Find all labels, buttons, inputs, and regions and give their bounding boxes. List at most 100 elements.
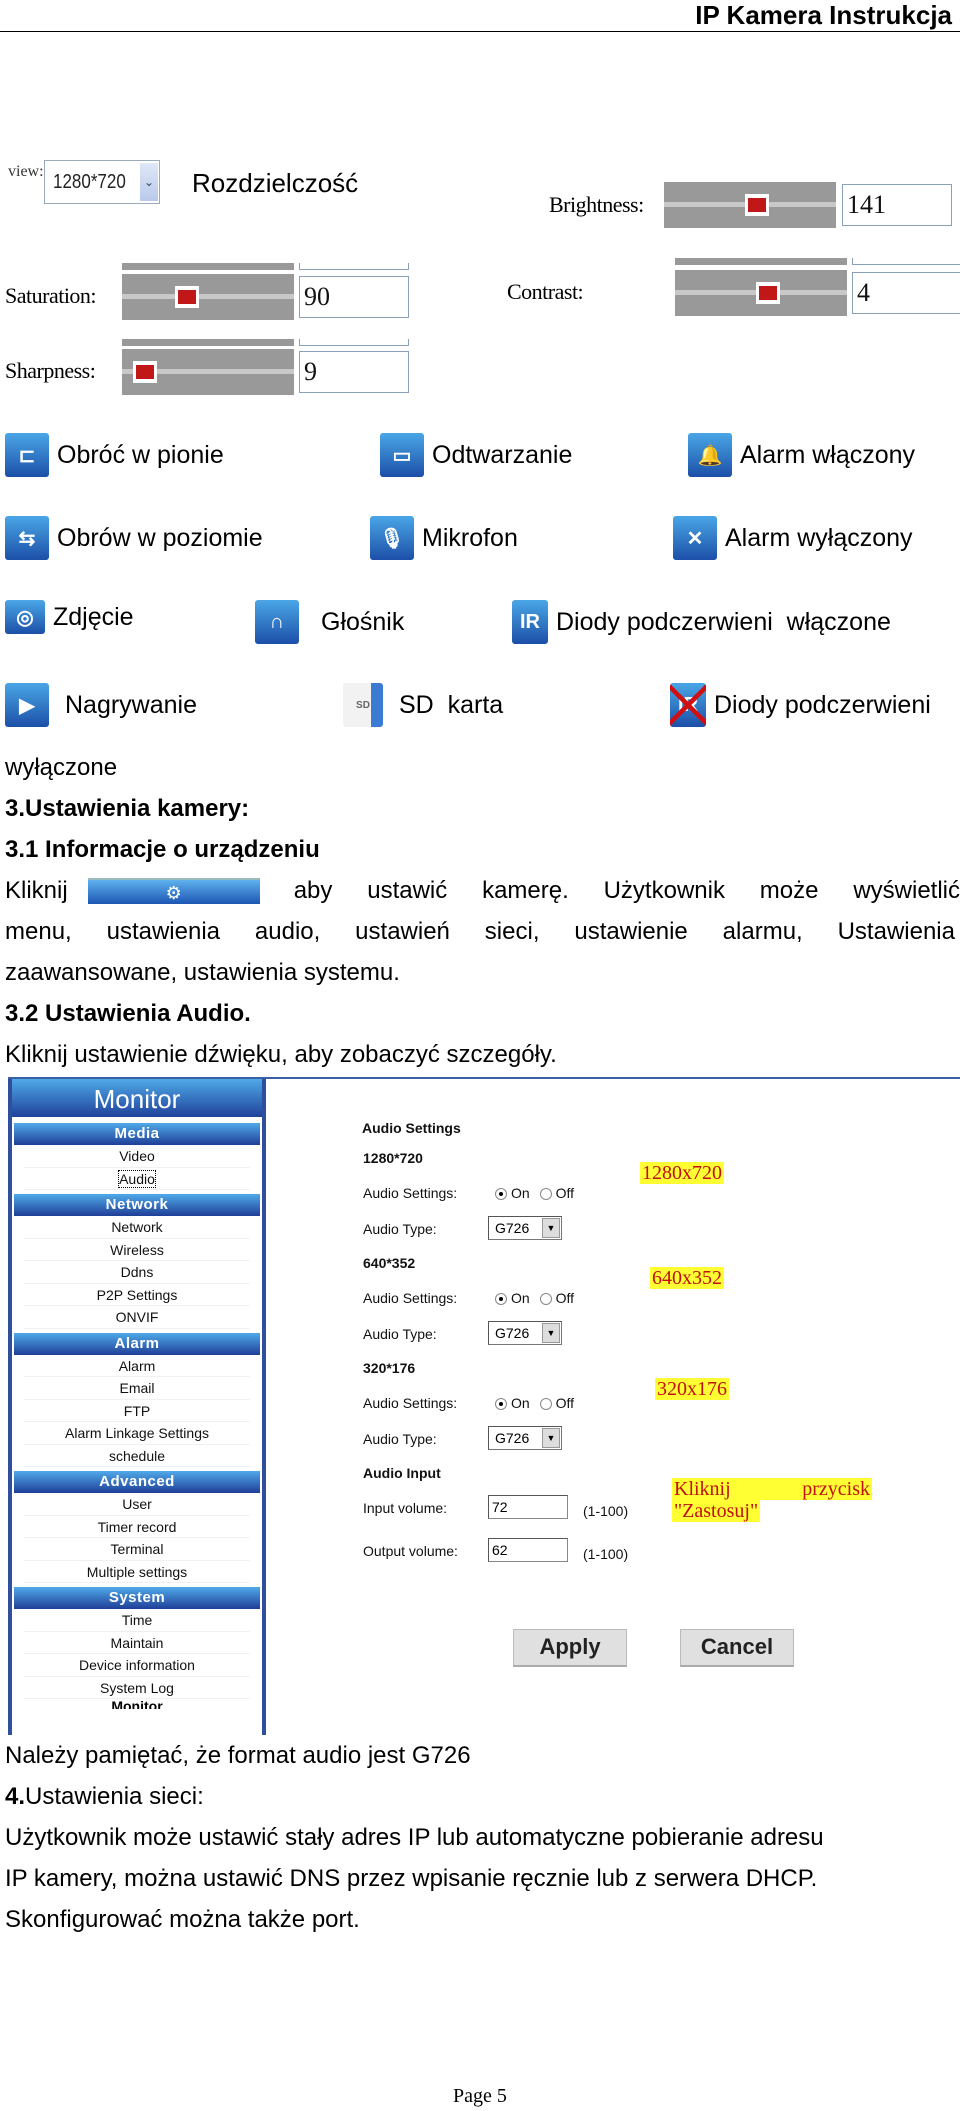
- sidebar-item-audio[interactable]: Audio: [24, 1168, 250, 1190]
- input-volume-field[interactable]: 72: [488, 1495, 568, 1519]
- legend-label: Nagrywanie: [65, 690, 198, 719]
- sidebar-item-email[interactable]: Email: [24, 1377, 250, 1400]
- legend-label: SD karta: [399, 690, 504, 719]
- sidebar-item-system-log[interactable]: System Log: [24, 1677, 250, 1699]
- contrast-slider[interactable]: [675, 270, 847, 316]
- radio-on[interactable]: [495, 1188, 507, 1201]
- sidebar-item-alarm-linkage-settings[interactable]: Alarm Linkage Settings: [24, 1422, 250, 1445]
- resolution-select[interactable]: 1280*720 ⌄: [44, 160, 160, 204]
- paragraph-line: zaawansowane, ustawienia systemu.: [5, 959, 400, 986]
- slider-knob[interactable]: [133, 361, 157, 383]
- sidebar-item-p2p-settings[interactable]: P2P Settings: [24, 1284, 250, 1306]
- radio-on[interactable]: [495, 1398, 507, 1411]
- sharpness-label: Sharpness:: [5, 358, 96, 383]
- sidebar-item-schedule[interactable]: schedule: [24, 1445, 250, 1467]
- slider-knob[interactable]: [175, 286, 199, 308]
- sidebar-item-user[interactable]: User: [24, 1493, 250, 1516]
- annotation-text: przycisk: [802, 1478, 870, 1500]
- annotation-text: Kliknij: [674, 1478, 731, 1500]
- sidebar-item-video[interactable]: Video: [24, 1145, 250, 1168]
- field-top-edge: [299, 263, 409, 270]
- slider-track: [122, 294, 294, 299]
- sidebar-item-label: Device information: [79, 1657, 195, 1673]
- sidebar-group-advanced: Advanced: [14, 1471, 260, 1493]
- radio-off[interactable]: [539, 1188, 552, 1201]
- alarm-off-icon: ✕: [673, 516, 717, 560]
- sidebar-title: Monitor: [12, 1079, 262, 1119]
- sharpness-value-field[interactable]: 9: [299, 351, 409, 393]
- radio-off[interactable]: [539, 1293, 552, 1306]
- stream-2-audio-type-select[interactable]: G726 ▼: [488, 1321, 562, 1345]
- legend-ir-off: IR Diody podczerwieni: [670, 683, 931, 727]
- output-volume-label: Output volume:: [363, 1543, 458, 1559]
- legend-sd-card: SD SD karta: [343, 683, 503, 727]
- sidebar-item-maintain[interactable]: Maintain: [24, 1632, 250, 1654]
- paragraph-text: Kliknij: [5, 877, 68, 904]
- sidebar-item-timer-record[interactable]: Timer record: [24, 1516, 250, 1538]
- paragraph-line: Kliknij ustawienie dźwięku, aby zobaczyć…: [5, 1041, 557, 1068]
- sidebar-item-label: FTP: [123, 1402, 151, 1419]
- legend-wrap-text: wyłączone: [5, 754, 118, 781]
- sidebar-item-device-information[interactable]: Device information: [24, 1654, 250, 1677]
- legend-alarm-off: ✕ Alarm wyłączony: [673, 516, 913, 560]
- select-value: G726: [495, 1220, 530, 1236]
- sidebar-item-network[interactable]: Network: [24, 1216, 250, 1239]
- apply-annotation: Kliknij przycisk "Zastosuj": [672, 1478, 872, 1522]
- dropdown-arrow-icon: ▼: [542, 1218, 560, 1238]
- contrast-value-field[interactable]: 4: [852, 272, 960, 314]
- brightness-label: Brightness:: [549, 192, 644, 217]
- legend-label: Alarm włączony: [740, 440, 916, 469]
- legend-mirror-horizontal: ⇆ Obrów w poziomie: [5, 516, 263, 560]
- video-record-icon: ▶: [5, 683, 49, 727]
- ir-off-icon: IR: [670, 683, 706, 727]
- sidebar-item-label: ONVIF: [115, 1309, 159, 1325]
- sidebar-item-ddns[interactable]: Ddns: [24, 1261, 250, 1284]
- dropdown-arrow-icon: ▼: [542, 1428, 560, 1448]
- annotation-1280x720: 1280x720: [640, 1162, 724, 1184]
- slider-knob[interactable]: [745, 194, 769, 216]
- stream-1-type-label: Audio Type:: [363, 1221, 437, 1237]
- stream-2-settings-label: Audio Settings:: [363, 1290, 458, 1306]
- stream-3-type-label: Audio Type:: [363, 1431, 437, 1447]
- legend-snapshot: ◎ Zdjęcie: [5, 600, 134, 634]
- legend-label: Obrów w poziomie: [57, 523, 263, 552]
- legend-label: Diody podczerwieni włączone: [556, 607, 891, 636]
- page-number: Page 5: [453, 2085, 507, 2107]
- resolution-caption: Rozdzielczość: [192, 168, 359, 198]
- sharpness-slider[interactable]: [122, 349, 294, 395]
- radio-on[interactable]: [495, 1293, 507, 1306]
- radio-off-label: Off: [555, 1185, 574, 1201]
- settings-button[interactable]: ⚙: [87, 877, 260, 904]
- annotation-640x352: 640x352: [650, 1267, 724, 1289]
- sidebar-item-label: Multiple settings: [86, 1563, 188, 1580]
- sidebar-item-terminal[interactable]: Terminal: [24, 1538, 250, 1561]
- stream-1-radio-group: On Off: [495, 1185, 574, 1201]
- section-number: 4.: [5, 1783, 26, 1810]
- sidebar-item-wireless[interactable]: Wireless: [24, 1239, 250, 1261]
- stream-1-audio-type-select[interactable]: G726 ▼: [488, 1216, 562, 1240]
- saturation-value-field[interactable]: 90: [299, 276, 409, 318]
- saturation-slider[interactable]: [122, 274, 294, 320]
- slider-knob[interactable]: [756, 282, 780, 304]
- radio-off[interactable]: [539, 1398, 552, 1411]
- sidebar-item-alarm[interactable]: Alarm: [24, 1355, 250, 1377]
- legend-speaker: ∩ Głośnik: [255, 600, 404, 644]
- dropdown-arrow-icon: ▼: [542, 1323, 560, 1343]
- legend-label: Głośnik: [321, 607, 405, 636]
- sidebar-group-network: Network: [14, 1194, 260, 1216]
- saturation-label: Saturation:: [5, 283, 97, 308]
- brightness-slider[interactable]: [664, 182, 836, 228]
- apply-button[interactable]: Apply: [513, 1629, 627, 1667]
- sidebar-item-time[interactable]: Time: [24, 1609, 250, 1632]
- sidebar-item-multiple-settings[interactable]: Multiple settings: [24, 1561, 250, 1583]
- sidebar-item-onvif[interactable]: ONVIF: [24, 1306, 250, 1329]
- output-volume-field[interactable]: 62: [488, 1538, 568, 1562]
- stream-3-audio-type-select[interactable]: G726 ▼: [488, 1426, 562, 1450]
- cancel-button[interactable]: Cancel: [680, 1629, 794, 1667]
- brightness-value-field[interactable]: 141: [842, 184, 952, 226]
- contrast-label: Contrast:: [507, 279, 584, 304]
- section-heading-4: 4.Ustawienia sieci:: [5, 1776, 204, 1817]
- stream-2-type-label: Audio Type:: [363, 1326, 437, 1342]
- sidebar-item-ftp[interactable]: FTP: [24, 1400, 250, 1422]
- slider-top-edge: [122, 263, 294, 270]
